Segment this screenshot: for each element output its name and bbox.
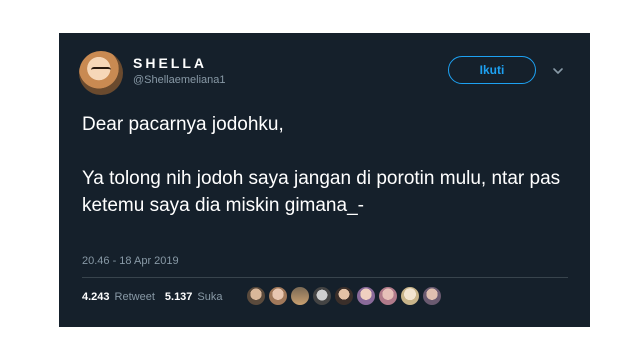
tweet-text: Dear pacarnya jodohku, Ya tolong nih jod…: [82, 114, 561, 216]
divider: [82, 277, 568, 278]
avatar-glasses-detail: [91, 67, 111, 74]
liker-avatar[interactable]: [378, 286, 398, 306]
liker-avatar[interactable]: [334, 286, 354, 306]
user-handle[interactable]: @Shellaemeliana1: [133, 74, 226, 86]
retweet-count[interactable]: 4.243: [82, 291, 110, 303]
liker-avatar[interactable]: [290, 286, 310, 306]
avatar[interactable]: [79, 51, 123, 95]
tweet-timestamp[interactable]: 20.46 - 18 Apr 2019: [82, 255, 179, 267]
follow-button[interactable]: Ikuti: [448, 56, 536, 84]
liker-avatar[interactable]: [422, 286, 442, 306]
liker-avatar[interactable]: [312, 286, 332, 306]
liker-avatar[interactable]: [268, 286, 288, 306]
chevron-down-icon[interactable]: [551, 64, 565, 78]
tweet-stats: 4.243 Retweet 5.137 Suka: [82, 291, 223, 303]
retweet-label[interactable]: Retweet: [115, 291, 155, 303]
display-name[interactable]: SHELLA: [133, 55, 207, 71]
like-count[interactable]: 5.137: [165, 291, 193, 303]
like-label[interactable]: Suka: [197, 291, 222, 303]
tweet-card: SHELLA @Shellaemeliana1 Ikuti Dear pacar…: [59, 33, 590, 327]
liker-avatar[interactable]: [246, 286, 266, 306]
liker-avatar[interactable]: [356, 286, 376, 306]
liker-avatar[interactable]: [400, 286, 420, 306]
